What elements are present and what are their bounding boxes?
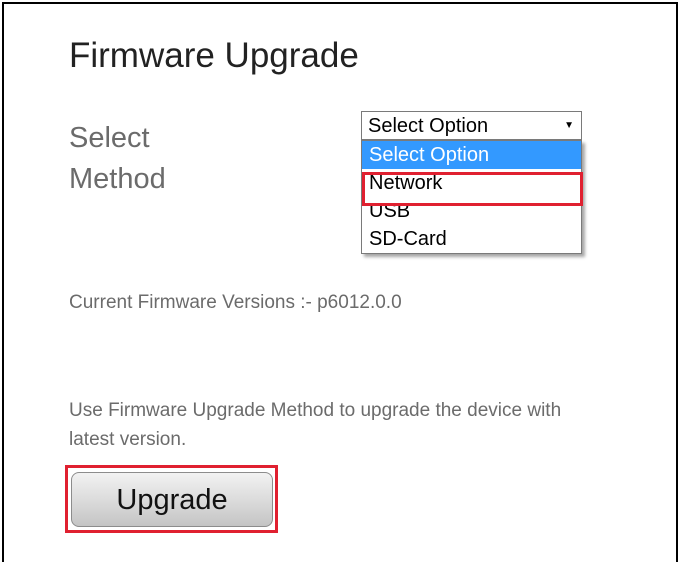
chevron-down-icon[interactable]: ▼ [564,121,574,131]
upgrade-button[interactable]: Upgrade [71,472,273,527]
select-method-label: Select Method [69,118,166,200]
network-option-highlight-box [362,172,583,206]
dropdown-option-sd-card[interactable]: SD-Card [362,225,581,253]
select-method-label-line2: Method [69,163,166,195]
dropdown-option-select-option[interactable]: Select Option [362,141,581,169]
page-title: Firmware Upgrade [69,36,359,75]
select-method-label-line1: Select [69,122,150,154]
method-select-value: Select Option [368,115,489,137]
current-firmware-version: Current Firmware Versions :- p6012.0.0 [69,292,402,313]
upgrade-description: Use Firmware Upgrade Method to upgrade t… [69,400,562,450]
method-select[interactable]: Select Option ▼ [361,111,582,140]
